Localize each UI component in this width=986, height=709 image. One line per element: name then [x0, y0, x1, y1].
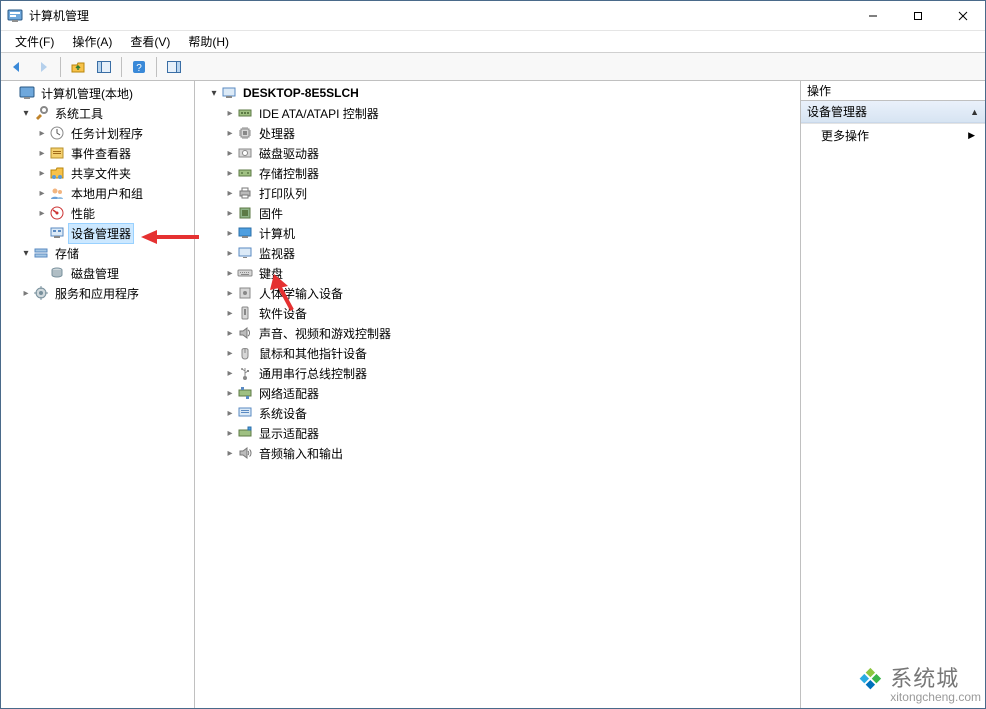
event-viewer-icon	[49, 145, 65, 161]
tree-local-users-groups[interactable]: 本地用户和组	[1, 183, 194, 203]
cpu-icon	[237, 125, 253, 141]
menu-action[interactable]: 操作(A)	[64, 31, 120, 52]
device-tree-pane[interactable]: DESKTOP-8E5SLCH IDE ATA/ATAPI 控制器 处理器 磁盘…	[195, 81, 801, 708]
dev-sound-video-game[interactable]: 声音、视频和游戏控制器	[195, 323, 800, 343]
watermark: 系统城 xitongcheng.com	[846, 665, 981, 706]
tree-shared-folders[interactable]: 共享文件夹	[1, 163, 194, 183]
device-manager-icon	[49, 225, 65, 241]
dev-cpu[interactable]: 处理器	[195, 123, 800, 143]
maximize-button[interactable]	[895, 1, 940, 30]
content-panes: 计算机管理(本地) 系统工具 任务计划程序 事件查看器 共享文件夹	[1, 81, 985, 708]
disk-drive-icon	[237, 145, 253, 161]
dev-network-adapters[interactable]: 网络适配器	[195, 383, 800, 403]
collapse-icon: ▲	[970, 107, 979, 117]
dev-firmware[interactable]: 固件	[195, 203, 800, 223]
dev-storage-controllers[interactable]: 存储控制器	[195, 163, 800, 183]
actions-section-device-manager[interactable]: 设备管理器 ▲	[801, 101, 985, 123]
minimize-button[interactable]	[850, 1, 895, 30]
menu-view[interactable]: 查看(V)	[122, 31, 178, 52]
close-button[interactable]	[940, 1, 985, 30]
dev-keyboards[interactable]: 键盘	[195, 263, 800, 283]
dev-software-devices[interactable]: 软件设备	[195, 303, 800, 323]
usb-icon	[237, 365, 253, 381]
printer-icon	[237, 185, 253, 201]
monitor-icon	[237, 245, 253, 261]
pc-icon	[237, 225, 253, 241]
dev-audio-io[interactable]: 音频输入和输出	[195, 443, 800, 463]
menu-bar: 文件(F) 操作(A) 查看(V) 帮助(H)	[1, 31, 985, 53]
submenu-arrow-icon: ▶	[968, 130, 975, 141]
toolbar-separator	[156, 57, 157, 77]
back-button[interactable]	[5, 56, 29, 78]
dev-disk-drives[interactable]: 磁盘驱动器	[195, 143, 800, 163]
up-folder-button[interactable]	[66, 56, 90, 78]
dev-computer[interactable]: 计算机	[195, 223, 800, 243]
computer-management-icon	[19, 85, 35, 101]
tree-storage[interactable]: 存储	[1, 243, 194, 263]
dev-ide[interactable]: IDE ATA/ATAPI 控制器	[195, 103, 800, 123]
audio-icon	[237, 445, 253, 461]
dev-hid[interactable]: 人体学输入设备	[195, 283, 800, 303]
show-hide-tree-button[interactable]	[92, 56, 116, 78]
dev-mice[interactable]: 鼠标和其他指针设备	[195, 343, 800, 363]
disk-management-icon	[49, 265, 65, 281]
show-hide-action-pane-button[interactable]	[162, 56, 186, 78]
titlebar: 计算机管理	[1, 1, 985, 31]
tree-root-computer-management[interactable]: 计算机管理(本地)	[1, 83, 194, 103]
dev-system-devices[interactable]: 系统设备	[195, 403, 800, 423]
display-adapter-icon	[237, 425, 253, 441]
firmware-icon	[237, 205, 253, 221]
ide-icon	[237, 105, 253, 121]
mouse-icon	[237, 345, 253, 361]
network-icon	[237, 385, 253, 401]
tree-device-manager[interactable]: 设备管理器	[1, 223, 194, 243]
computer-icon	[221, 85, 237, 101]
software-device-icon	[237, 305, 253, 321]
users-icon	[49, 185, 65, 201]
console-tree-pane[interactable]: 计算机管理(本地) 系统工具 任务计划程序 事件查看器 共享文件夹	[1, 81, 195, 708]
svg-text:?: ?	[136, 63, 142, 74]
tree-task-scheduler[interactable]: 任务计划程序	[1, 123, 194, 143]
tree-performance[interactable]: 性能	[1, 203, 194, 223]
clock-icon	[49, 125, 65, 141]
tree-event-viewer[interactable]: 事件查看器	[1, 143, 194, 163]
storage-controller-icon	[237, 165, 253, 181]
menu-file[interactable]: 文件(F)	[7, 31, 62, 52]
speaker-icon	[237, 325, 253, 341]
storage-icon	[33, 245, 49, 261]
services-icon	[33, 285, 49, 301]
tree-disk-management[interactable]: 磁盘管理	[1, 263, 194, 283]
hid-icon	[237, 285, 253, 301]
watermark-text-en: xitongcheng.com	[890, 691, 981, 704]
actions-more-actions[interactable]: 更多操作 ▶	[801, 124, 985, 147]
keyboard-icon	[237, 265, 253, 281]
dev-monitors[interactable]: 监视器	[195, 243, 800, 263]
forward-button[interactable]	[31, 56, 55, 78]
dev-display-adapters[interactable]: 显示适配器	[195, 423, 800, 443]
watermark-text-cn: 系统城	[890, 667, 981, 691]
toolbar: ?	[1, 53, 985, 81]
shared-folder-icon	[49, 165, 65, 181]
menu-help[interactable]: 帮助(H)	[180, 31, 237, 52]
device-root[interactable]: DESKTOP-8E5SLCH	[195, 83, 800, 103]
tree-system-tools[interactable]: 系统工具	[1, 103, 194, 123]
window-title: 计算机管理	[29, 7, 850, 24]
system-device-icon	[237, 405, 253, 421]
toolbar-separator	[60, 57, 61, 77]
dev-usb[interactable]: 通用串行总线控制器	[195, 363, 800, 383]
help-button[interactable]: ?	[127, 56, 151, 78]
dev-print-queues[interactable]: 打印队列	[195, 183, 800, 203]
performance-icon	[49, 205, 65, 221]
watermark-logo-icon	[846, 665, 884, 706]
tools-icon	[33, 105, 49, 121]
toolbar-separator	[121, 57, 122, 77]
tree-services-apps[interactable]: 服务和应用程序	[1, 283, 194, 303]
actions-pane-header: 操作	[801, 81, 985, 101]
app-icon	[7, 8, 23, 24]
actions-pane: 操作 设备管理器 ▲ 更多操作 ▶	[801, 81, 985, 708]
